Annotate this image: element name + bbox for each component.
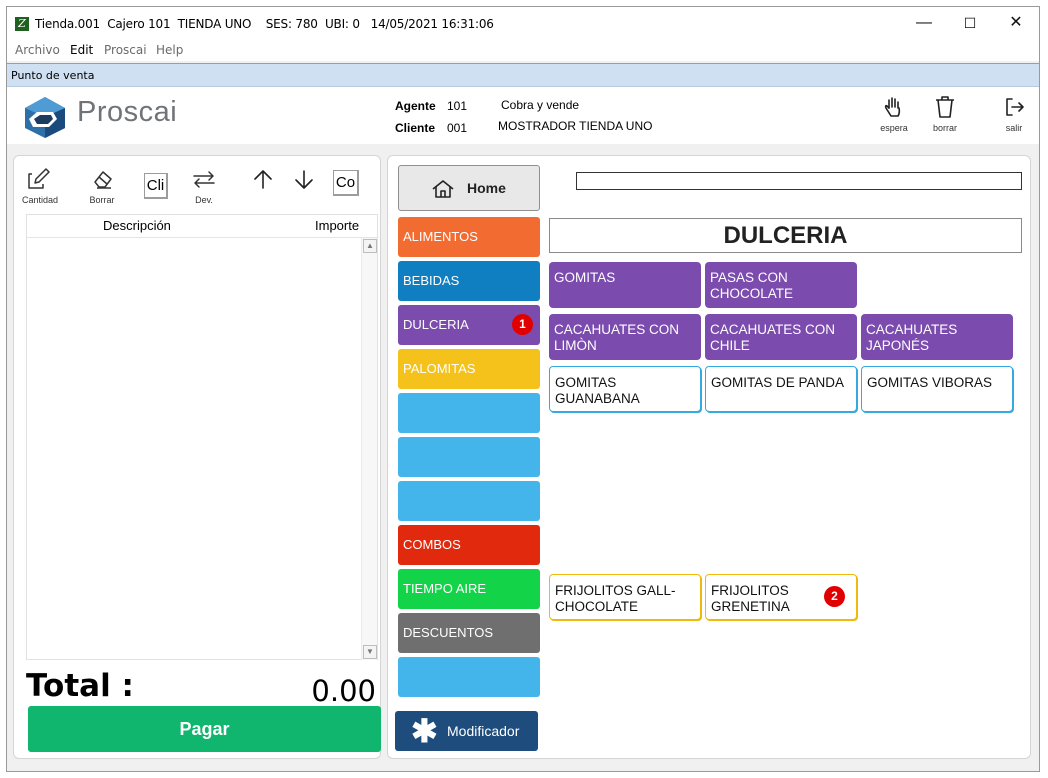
product-frijolitos-gall-chocolate[interactable]: FRIJOLITOS GALL-CHOCOLATE xyxy=(549,574,701,620)
espera-label: espera xyxy=(880,123,908,133)
cliente-value: 001 xyxy=(447,121,468,135)
total-label: Total : xyxy=(26,668,134,704)
category-alimentos[interactable]: ALIMENTOS xyxy=(398,217,540,257)
category-empty-1[interactable] xyxy=(398,393,540,433)
exit-icon xyxy=(1006,98,1024,116)
home-label: Home xyxy=(467,180,506,196)
product-cacahuates-japones[interactable]: CACAHUATES JAPONÉS xyxy=(861,314,1013,360)
devolucion-button[interactable]: Dev. xyxy=(186,168,222,205)
cliente-label: Cliente xyxy=(395,121,436,135)
home-icon xyxy=(432,180,454,198)
cliente-description: MOSTRADOR TIENDA UNO xyxy=(498,119,653,133)
column-importe: Importe xyxy=(315,218,360,233)
modificador-label: Modificador xyxy=(447,723,520,739)
category-combos[interactable]: COMBOS xyxy=(398,525,540,565)
move-up-button[interactable] xyxy=(250,168,276,197)
product-frijolitos-grenetina[interactable]: FRIJOLITOS GRENETINA 2 xyxy=(705,574,857,620)
ticket-panel: Cantidad Borrar Cli Dev. Co Descripción … xyxy=(13,155,381,759)
borrar-line-label: Borrar xyxy=(89,195,115,205)
product-gomitas-viboras[interactable]: GOMITAS VIBORAS xyxy=(861,366,1013,412)
move-down-button[interactable] xyxy=(291,168,317,197)
close-button[interactable]: ✕ xyxy=(993,7,1039,39)
category-descuentos[interactable]: DESCUENTOS xyxy=(398,613,540,653)
category-palomitas[interactable]: PALOMITAS xyxy=(398,349,540,389)
asterisk-icon: ✱ xyxy=(411,713,438,749)
app-icon: Z xyxy=(15,17,29,31)
title-bar: Z Tienda.001 Cajero 101 TIENDA UNO SES: … xyxy=(7,7,1039,39)
category-dulceria[interactable]: DULCERIA 1 xyxy=(398,305,540,345)
menu-archivo[interactable]: Archivo xyxy=(15,43,60,57)
borrar-header-label: borrar xyxy=(932,123,957,133)
product-frijolitos-grenetina-label: FRIJOLITOS GRENETINA xyxy=(711,583,790,614)
category-dulceria-label: DULCERIA xyxy=(403,317,469,332)
eraser-icon xyxy=(94,171,112,189)
maximize-button[interactable]: ☐ xyxy=(947,7,993,39)
product-gomitas[interactable]: GOMITAS xyxy=(549,262,701,308)
swap-arrows-icon xyxy=(193,171,215,188)
product-pasas-con-chocolate[interactable]: PASAS CON CHOCOLATE xyxy=(705,262,857,308)
modificador-button[interactable]: ✱ Modificador xyxy=(395,711,538,751)
borrar-line-button[interactable]: Borrar xyxy=(82,168,122,205)
product-gomitas-guanabana[interactable]: GOMITAS GUANABANA xyxy=(549,366,701,412)
menu-bar: Archivo Edit Proscai Help xyxy=(7,39,1039,61)
arrow-down-icon xyxy=(295,170,313,189)
cantidad-button[interactable]: Cantidad xyxy=(20,168,60,205)
header: Proscai Agente 101 Cobra y vende Cliente… xyxy=(7,87,1039,144)
app-window: Z Tienda.001 Cajero 101 TIENDA UNO SES: … xyxy=(6,6,1040,772)
menu-edit[interactable]: Edit xyxy=(70,43,93,57)
scroll-up-icon[interactable]: ▲ xyxy=(363,239,377,253)
proscai-logo-text: Proscai xyxy=(77,96,178,128)
home-button[interactable]: Home xyxy=(398,165,540,211)
scroll-down-icon[interactable]: ▼ xyxy=(363,645,377,659)
borrar-header-button[interactable]: borrar xyxy=(923,95,967,133)
catalog-panel: Home ALIMENTOS BEBIDAS DULCERIA 1 PALOMI… xyxy=(387,155,1031,759)
product-gomitas-de-panda[interactable]: GOMITAS DE PANDA xyxy=(705,366,857,412)
cantidad-label: Cantidad xyxy=(21,195,59,205)
trash-icon xyxy=(936,96,954,118)
category-tiempo-aire[interactable]: TIEMPO AIRE xyxy=(398,569,540,609)
ticket-list[interactable]: Descripción Importe ▲ ▼ xyxy=(26,214,378,660)
edit-icon xyxy=(28,168,50,189)
hand-icon xyxy=(884,97,901,117)
co-button[interactable]: Co xyxy=(333,170,359,196)
category-bebidas[interactable]: BEBIDAS xyxy=(398,261,540,301)
ticket-scrollbar[interactable]: ▲ ▼ xyxy=(361,238,377,660)
subwindow-title-bar: Punto de venta xyxy=(7,63,1039,87)
frijolitos-badge: 2 xyxy=(824,586,845,607)
category-empty-4[interactable] xyxy=(398,657,540,697)
cli-button[interactable]: Cli xyxy=(144,173,168,199)
search-input[interactable] xyxy=(576,172,1022,190)
dulceria-badge: 1 xyxy=(512,314,533,335)
category-empty-2[interactable] xyxy=(398,437,540,477)
agente-label: Agente xyxy=(395,99,436,113)
arrow-up-icon xyxy=(254,170,272,189)
pagar-button[interactable]: Pagar xyxy=(28,706,381,752)
total-value: 0.00 xyxy=(311,674,376,708)
agente-description: Cobra y vende xyxy=(501,98,580,112)
category-empty-3[interactable] xyxy=(398,481,540,521)
product-cacahuates-con-chile[interactable]: CACAHUATES CON CHILE xyxy=(705,314,857,360)
section-title: DULCERIA xyxy=(549,218,1022,253)
list-header-divider xyxy=(27,237,377,238)
devolucion-label: Dev. xyxy=(195,195,213,205)
menu-proscai[interactable]: Proscai xyxy=(104,43,147,57)
espera-button[interactable]: espera xyxy=(872,95,916,133)
product-cacahuates-con-limon[interactable]: CACAHUATES CON LIMÒN xyxy=(549,314,701,360)
minimize-button[interactable]: — xyxy=(901,7,947,39)
subwindow-title: Punto de venta xyxy=(11,69,95,82)
salir-button[interactable]: salir xyxy=(992,95,1036,133)
column-descripcion: Descripción xyxy=(103,218,171,233)
menu-help[interactable]: Help xyxy=(156,43,183,57)
proscai-logo-icon xyxy=(25,97,65,138)
salir-label: salir xyxy=(1005,123,1023,133)
window-title: Tienda.001 Cajero 101 TIENDA UNO SES: 78… xyxy=(35,17,494,31)
agente-value: 101 xyxy=(447,99,468,113)
